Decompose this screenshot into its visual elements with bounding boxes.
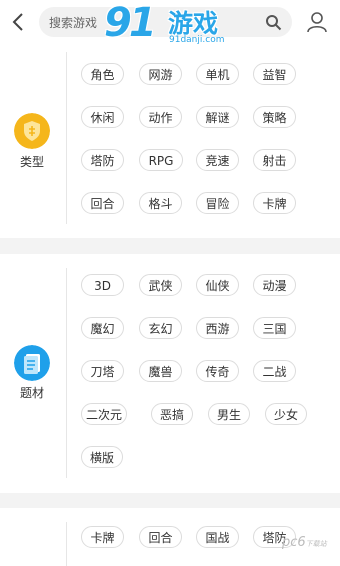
tag-button[interactable]: 角色 [81, 63, 124, 85]
tag-button[interactable]: 射击 [253, 149, 296, 171]
tag-button[interactable]: 男生 [208, 403, 250, 425]
tag-button[interactable]: 格斗 [139, 192, 182, 214]
watermark-sub: 下载站 [305, 540, 327, 548]
tag-button[interactable]: 传奇 [196, 360, 239, 382]
back-arrow-icon[interactable] [8, 10, 30, 34]
search-icon[interactable] [265, 14, 282, 31]
section-gap [0, 493, 340, 508]
tag-button[interactable]: 武侠 [139, 274, 182, 296]
tag-button[interactable]: 冒险 [196, 192, 239, 214]
tag-button[interactable]: 回合 [139, 526, 182, 548]
tag-button[interactable]: 动漫 [253, 274, 296, 296]
tag-button[interactable]: 休闲 [81, 106, 124, 128]
tag-button[interactable]: 刀塔 [81, 360, 124, 382]
tag-button[interactable]: 塔防 [81, 149, 124, 171]
tag-button[interactable]: 仙侠 [196, 274, 239, 296]
tag-button[interactable]: 益智 [253, 63, 296, 85]
section-divider [66, 522, 67, 566]
tag-button[interactable]: 竞速 [196, 149, 239, 171]
tag-button[interactable]: 西游 [196, 317, 239, 339]
tag-button[interactable]: RPG [139, 149, 183, 171]
document-icon [14, 345, 50, 381]
section-label: 类型 [19, 155, 44, 169]
logo-mark: 91 [104, 0, 157, 46]
site-logo: 91 游戏 91danji.com [100, 0, 240, 49]
tag-button[interactable]: 3D [81, 274, 124, 296]
tag-button[interactable]: 卡牌 [81, 526, 124, 548]
tag-button[interactable]: 少女 [265, 403, 307, 425]
tag-button[interactable]: 玄幻 [139, 317, 182, 339]
tag-button[interactable]: 二次元 [81, 403, 127, 425]
search-placeholder: 搜索游戏 [49, 16, 98, 30]
tag-button[interactable]: 回合 [81, 192, 124, 214]
tag-button[interactable]: 解谜 [196, 106, 239, 128]
watermark-main: pc6 [282, 535, 306, 550]
watermark: pc6下载站 [282, 535, 327, 550]
section-genre: 类型 角色 网游 单机 益智休闲 动作 解谜 策略塔防 RPG 竞速 射击回合 格斗 冒险 卡牌 [0, 50, 340, 235]
user-icon[interactable] [305, 10, 329, 34]
tag-button[interactable]: 横版 [81, 446, 123, 468]
tag-button[interactable]: 网游 [139, 63, 182, 85]
section-theme: 题材 3D 武侠 仙侠 动漫魔幻 玄幻 西游 三国刀塔 魔兽 传奇 二战二次元 恶搞 男生 少女横版 [0, 254, 340, 492]
tag-button[interactable]: 策略 [253, 106, 296, 128]
game-genre-icon [14, 113, 50, 149]
tag-button[interactable]: 单机 [196, 63, 239, 85]
tag-button[interactable]: 卡牌 [253, 192, 296, 214]
top-bar: 搜索游戏 91 游戏 91danji.com [0, 0, 340, 46]
section-divider [66, 268, 67, 478]
tag-button[interactable]: 二战 [253, 360, 296, 382]
logo-subtitle: 91danji.com [169, 35, 225, 45]
tag-button[interactable]: 魔幻 [81, 317, 124, 339]
tag-button[interactable]: 三国 [253, 317, 296, 339]
tag-button[interactable]: 魔兽 [139, 360, 182, 382]
section-label: 题材 [19, 386, 44, 400]
section-divider [66, 52, 67, 224]
section-gap [0, 238, 340, 254]
tag-button[interactable]: 动作 [139, 106, 182, 128]
tag-button[interactable]: 国战 [196, 526, 239, 548]
tag-button[interactable]: 恶搞 [151, 403, 193, 425]
